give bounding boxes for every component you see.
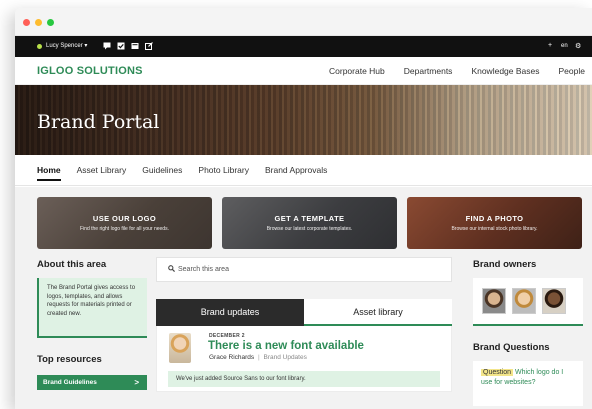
post-excerpt: We've just added Source Sans to our font…: [168, 371, 440, 387]
page-title: Brand Portal: [37, 111, 160, 133]
company-logo[interactable]: IGLOO SOLUTIONS: [37, 65, 143, 77]
search-icon: [168, 265, 175, 274]
edit-icon[interactable]: [144, 41, 154, 51]
cta-subtitle: Browse our latest corporate templates.: [266, 226, 353, 232]
search-placeholder: Search this area: [178, 266, 229, 273]
window-chrome: [15, 8, 592, 36]
post-author[interactable]: Grace Richards: [209, 354, 254, 361]
question-badge: Question: [481, 369, 514, 376]
post-category[interactable]: Brand Updates: [263, 354, 306, 361]
subnav-brand-approvals[interactable]: Brand Approvals: [265, 165, 327, 175]
get-template-card[interactable]: GET A TEMPLATE Browse our latest corpora…: [222, 197, 397, 249]
post-meta: Grace Richards | Brand Updates: [209, 354, 307, 361]
browser-window: Lucy Spencer ▾ + en ⚙ IGLOO SOLUTIONS Co…: [15, 8, 592, 409]
nav-corporate-hub[interactable]: Corporate Hub: [329, 66, 385, 76]
subnav-asset-library[interactable]: Asset Library: [77, 165, 127, 175]
subnav-photo-library[interactable]: Photo Library: [198, 165, 249, 175]
section-subnav: Home Asset Library Guidelines Photo Libr…: [15, 155, 592, 186]
chat-icon[interactable]: [102, 41, 112, 51]
tab-asset-library[interactable]: Asset library: [304, 299, 452, 326]
author-avatar[interactable]: [169, 333, 191, 363]
hero-banner: Brand Portal: [15, 85, 592, 155]
brand-owners-list: [473, 278, 583, 326]
online-status-icon: [37, 44, 42, 49]
nav-people[interactable]: People: [558, 66, 584, 76]
user-menu[interactable]: Lucy Spencer ▾: [46, 42, 87, 49]
subnav-home[interactable]: Home: [37, 165, 61, 181]
post-title[interactable]: There is a new font available: [208, 340, 364, 352]
chevron-right-icon: >: [134, 378, 139, 387]
left-sidebar: About this area The Brand Portal gives a…: [37, 259, 147, 390]
nav-knowledge-bases[interactable]: Knowledge Bases: [471, 66, 539, 76]
blog-post: DECEMBER 2 There is a new font available…: [156, 326, 452, 392]
meta-separator: |: [257, 354, 260, 361]
owner-avatar[interactable]: [482, 288, 506, 314]
check-icon[interactable]: [116, 41, 126, 51]
top-toolbar: Lucy Spencer ▾ + en ⚙: [15, 36, 592, 57]
center-column: Search this area Brand updates Asset lib…: [156, 257, 452, 392]
about-title: About this area: [37, 259, 107, 270]
main-content: USE OUR LOGO Find the right logo file fo…: [15, 187, 592, 409]
gear-icon[interactable]: ⚙: [575, 42, 581, 50]
minimize-window-button[interactable]: [35, 19, 42, 26]
cta-title: GET A TEMPLATE: [274, 214, 345, 223]
cta-subtitle: Browse our internal stock photo library.: [451, 226, 538, 232]
about-text: The Brand Portal gives access to logos, …: [37, 278, 147, 338]
questions-title: Brand Questions: [473, 342, 550, 353]
inbox-icon[interactable]: [130, 41, 140, 51]
add-icon[interactable]: +: [548, 42, 552, 49]
language-selector[interactable]: en: [561, 43, 568, 49]
main-navbar: IGLOO SOLUTIONS Corporate Hub Department…: [15, 57, 592, 85]
find-photo-card[interactable]: FIND A PHOTO Browse our internal stock p…: [407, 197, 582, 249]
right-sidebar: Brand owners Brand Questions Question Wh…: [473, 259, 583, 406]
close-window-button[interactable]: [23, 19, 30, 26]
question-item[interactable]: Question Which logo do I use for website…: [473, 361, 583, 406]
content-tabs: Brand updates Asset library: [156, 299, 452, 326]
brand-guidelines-button[interactable]: Brand Guidelines >: [37, 375, 147, 390]
owner-avatar[interactable]: [512, 288, 536, 314]
nav-departments[interactable]: Departments: [404, 66, 453, 76]
use-logo-card[interactable]: USE OUR LOGO Find the right logo file fo…: [37, 197, 212, 249]
subnav-guidelines[interactable]: Guidelines: [142, 165, 182, 175]
resources-title: Top resources: [37, 354, 102, 365]
search-input[interactable]: Search this area: [156, 257, 452, 282]
brand-guidelines-label: Brand Guidelines: [43, 379, 97, 386]
cta-subtitle: Find the right logo file for all your ne…: [80, 226, 169, 232]
primary-nav: Corporate Hub Departments Knowledge Base…: [329, 66, 592, 76]
owner-avatar[interactable]: [542, 288, 566, 314]
post-date: DECEMBER 2: [209, 333, 245, 339]
cta-title: FIND A PHOTO: [465, 214, 524, 223]
tab-brand-updates[interactable]: Brand updates: [156, 299, 304, 326]
zoom-window-button[interactable]: [47, 19, 54, 26]
owners-title: Brand owners: [473, 259, 537, 270]
cta-title: USE OUR LOGO: [92, 214, 157, 223]
